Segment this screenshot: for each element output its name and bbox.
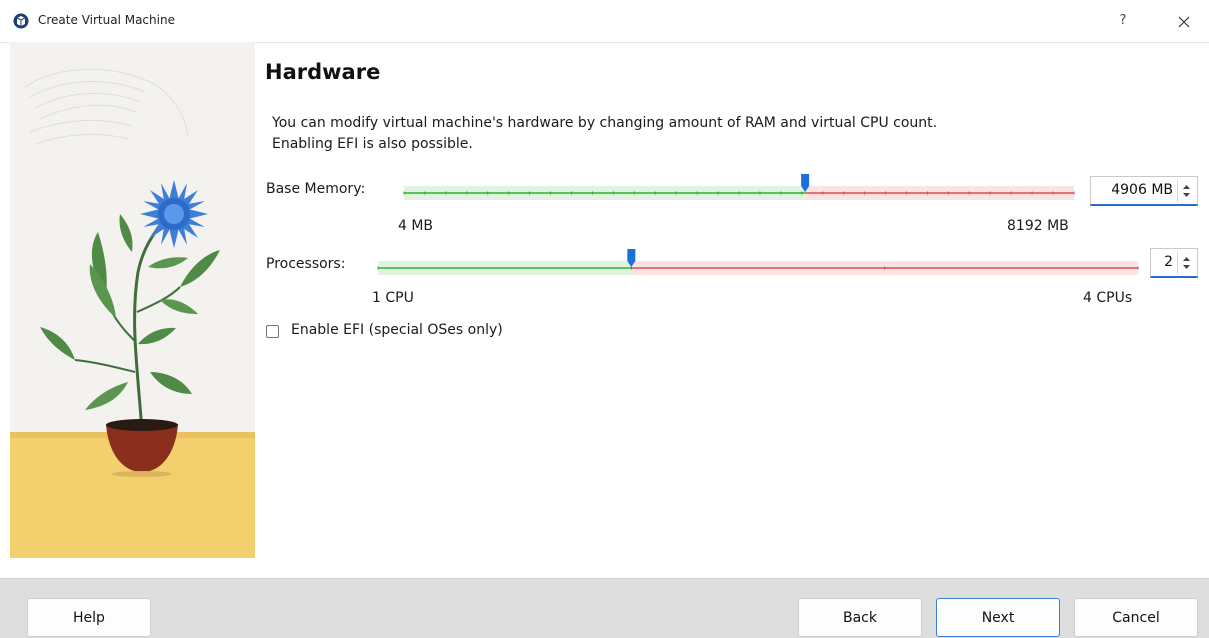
button-bar: Help Back Next Cancel (0, 578, 1209, 638)
window-title: Create Virtual Machine (38, 13, 175, 27)
cancel-button[interactable]: Cancel (1074, 598, 1198, 637)
step-up-icon (1183, 185, 1190, 189)
step-down-icon (1183, 193, 1190, 197)
processors-value: 2 (1164, 254, 1173, 270)
create-vm-dialog: Create Virtual Machine ? Hardware You ca… (0, 0, 1209, 638)
enable-efi-checkbox[interactable] (266, 325, 279, 338)
processors-spinbox[interactable]: 2 (1150, 248, 1198, 278)
base-memory-spinbox[interactable]: 4906 MB (1090, 176, 1198, 206)
processors-min-label: 1 CPU (372, 290, 414, 306)
help-button[interactable]: Help (27, 598, 151, 637)
step-down-icon (1183, 265, 1190, 269)
processors-max-label: 4 CPUs (1083, 290, 1133, 306)
base-memory-value: 4906 MB (1111, 182, 1173, 198)
page-title: Hardware (265, 60, 381, 84)
description-line-1: You can modify virtual machine's hardwar… (272, 115, 938, 131)
wizard-illustration (10, 42, 255, 558)
page-description: You can modify virtual machine's hardwar… (272, 113, 1092, 155)
title-bar: Create Virtual Machine ? (0, 0, 1209, 43)
base-memory-label: Base Memory: (266, 181, 366, 197)
base-memory-min-label: 4 MB (398, 218, 434, 234)
step-up-icon (1183, 257, 1190, 261)
back-button[interactable]: Back (798, 598, 922, 637)
base-memory-max-label: 8192 MB (1007, 218, 1069, 234)
next-button[interactable]: Next (936, 598, 1060, 637)
close-button[interactable] (1168, 8, 1200, 34)
virtualbox-icon (13, 13, 29, 29)
enable-efi-label[interactable]: Enable EFI (special OSes only) (291, 322, 503, 338)
processors-label: Processors: (266, 256, 346, 272)
context-help-button[interactable]: ? (1110, 8, 1136, 34)
processors-slider[interactable] (372, 247, 1144, 281)
description-line-2: Enabling EFI is also possible. (272, 136, 473, 152)
base-memory-slider[interactable] (398, 172, 1080, 206)
base-memory-stepper[interactable] (1177, 179, 1195, 203)
close-icon (1178, 16, 1190, 27)
processors-stepper[interactable] (1177, 251, 1195, 275)
